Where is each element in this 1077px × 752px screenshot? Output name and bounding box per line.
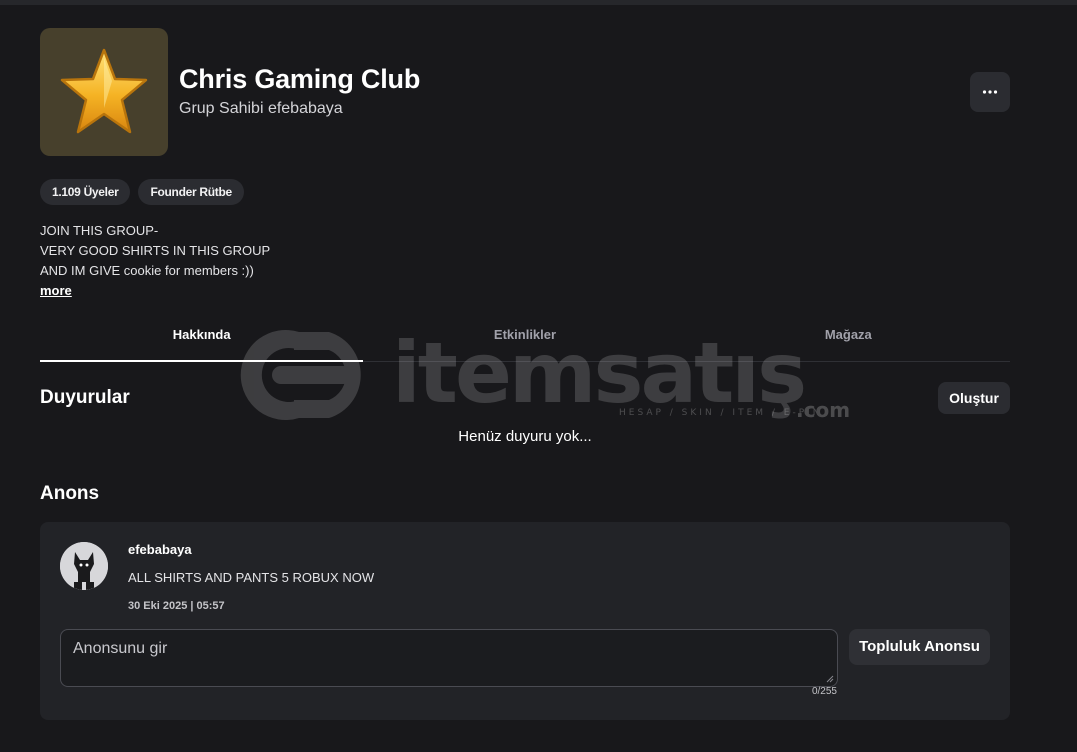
shout-card: efebabaya ALL SHIRTS AND PANTS 5 ROBUX N…: [40, 522, 1010, 720]
group-owner: Grup Sahibi efebabaya: [179, 100, 343, 117]
description-line: VERY GOOD SHIRTS IN THIS GROUP: [40, 243, 271, 258]
member-count-badge: 1.109 Üyeler: [40, 179, 131, 205]
badge-row: 1.109 Üyeler Founder Rütbe: [40, 179, 244, 205]
shout-input[interactable]: Anonsunu gir: [60, 629, 838, 687]
svg-text:HESAP / SKIN / ITEM / E-PIN: HESAP / SKIN / ITEM / E-PIN: [619, 408, 823, 418]
group-name: Chris Gaming Club: [179, 64, 421, 94]
shout-timestamp: 30 Eki 2025 | 05:57: [128, 600, 225, 612]
create-announcement-button[interactable]: Oluştur: [938, 382, 1010, 414]
top-bar: [0, 0, 1077, 5]
announcements-empty-state: Henüz duyuru yok...: [458, 428, 592, 445]
shout-body: ALL SHIRTS AND PANTS 5 ROBUX NOW: [128, 570, 375, 585]
more-link[interactable]: more: [40, 283, 72, 298]
description-line: AND IM GIVE cookie for members :)): [40, 263, 254, 278]
rank-badge: Founder Rütbe: [138, 179, 244, 205]
user-avatar-icon: [60, 542, 108, 590]
ellipsis-icon: [982, 90, 998, 94]
avatar[interactable]: [60, 542, 108, 590]
shout-author[interactable]: efebabaya: [128, 542, 192, 557]
tab-events[interactable]: Etkinlikler: [363, 318, 686, 361]
tab-bar: Hakkında Etkinlikler Mağaza: [40, 318, 1010, 362]
group-description: JOIN THIS GROUP- VERY GOOD SHIRTS IN THI…: [40, 221, 270, 281]
description-line: JOIN THIS GROUP-: [40, 223, 159, 238]
group-icon: [40, 28, 168, 156]
shout-title: Anons: [40, 483, 100, 504]
character-counter: 0/255: [811, 686, 837, 697]
more-options-button[interactable]: [970, 72, 1010, 112]
tab-about[interactable]: Hakkında: [40, 318, 364, 362]
announcements-title: Duyurular: [40, 387, 130, 408]
resize-grip-icon[interactable]: [826, 675, 834, 683]
star-icon: [60, 48, 148, 134]
post-shout-button[interactable]: Topluluk Anonsu: [849, 629, 990, 665]
svg-text:.com: .com: [796, 398, 850, 422]
tab-store[interactable]: Mağaza: [687, 318, 1010, 361]
shout-input-placeholder: Anonsunu gir: [73, 640, 168, 657]
